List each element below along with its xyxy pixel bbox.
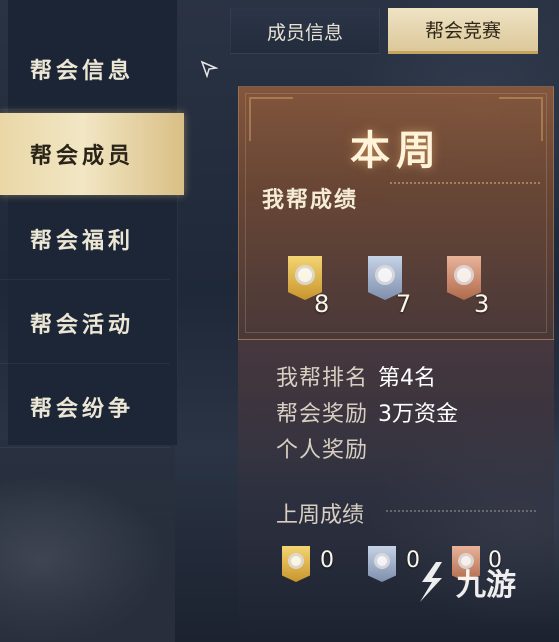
sidebar-item-guild-members[interactable]: 帮会成员 [0, 113, 184, 195]
sidebar-item-label: 帮会信息 [30, 57, 135, 84]
tab-label: 帮会竞赛 [424, 20, 501, 42]
watermark-logo-icon [420, 562, 442, 602]
guild-reward-label: 帮会奖励 [276, 402, 369, 427]
sidebar-item-guild-welfare[interactable]: 帮会福利 [0, 198, 170, 280]
last-week-title: 上周成绩 [276, 503, 365, 528]
sidebar-item-guild-activity[interactable]: 帮会活动 [0, 282, 170, 364]
sidebar-item-guild-dispute[interactable]: 帮会纷争 [0, 366, 170, 448]
background-pillar [0, 440, 175, 642]
guild-reward-value: 3万资金 [378, 402, 459, 427]
panel-title: 本周 [350, 127, 442, 174]
tab-label: 成员信息 [266, 21, 343, 44]
watermark-text: 九游 [456, 568, 516, 603]
sidebar-item-label: 帮会活动 [30, 311, 135, 338]
rank-label: 我帮排名 [276, 366, 369, 391]
section-title-our-results: 我帮成绩 [262, 188, 359, 213]
guild-reward-row: 帮会奖励 3万资金 [276, 396, 458, 428]
gold-medal-count: 8 [314, 290, 330, 318]
sidebar-item-guild-info[interactable]: 帮会信息 [0, 28, 170, 110]
silver-medal-count: 7 [396, 290, 412, 318]
tab-guild-contest[interactable]: 帮会竞赛 [388, 8, 538, 54]
section-divider [386, 510, 536, 512]
tab-member-info[interactable]: 成员信息 [230, 8, 380, 54]
cursor-arrow-icon [200, 60, 219, 79]
rank-value: 第4名 [378, 366, 437, 391]
silver-medal-icon [368, 546, 396, 582]
personal-reward-label: 个人奖励 [276, 438, 369, 463]
last-week-gold-count: 0 [320, 548, 334, 573]
sidebar-item-label: 帮会纷争 [30, 395, 135, 422]
watermark: 九游 [412, 560, 516, 604]
personal-reward-row: 个人奖励 [276, 432, 378, 464]
rank-row: 我帮排名 第4名 [276, 360, 436, 392]
sidebar-item-label: 帮会福利 [30, 227, 135, 254]
section-divider [390, 182, 540, 184]
gold-medal-icon [282, 546, 310, 582]
bronze-medal-count: 3 [474, 290, 490, 318]
sidebar-item-label: 帮会成员 [30, 142, 135, 169]
